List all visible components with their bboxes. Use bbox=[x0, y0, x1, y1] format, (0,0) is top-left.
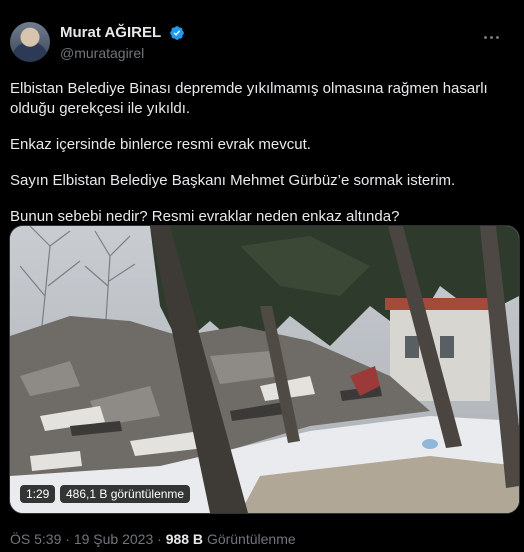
avatar[interactable] bbox=[10, 22, 50, 62]
tweet-paragraph: Sayın Elbistan Belediye Başkanı Mehmet G… bbox=[10, 172, 456, 189]
meta-separator: · bbox=[157, 531, 162, 547]
author-block: Murat AĞIREL @muratagirel bbox=[60, 24, 185, 61]
tweet-paragraph: Bunun sebebi nedir? Resmi evraklar neden… bbox=[10, 208, 400, 225]
tweet-paragraph: Enkaz içersinde binlerce resmi evrak mev… bbox=[10, 136, 311, 153]
video-duration-badge: 1:29 bbox=[20, 485, 56, 503]
tweet-date[interactable]: 19 Şub 2023 bbox=[74, 531, 153, 547]
views-label: Görüntülenme bbox=[206, 531, 296, 547]
tweet-header: Murat AĞIREL @muratagirel bbox=[10, 22, 514, 66]
verified-badge-icon bbox=[169, 25, 184, 40]
tweet-time[interactable]: ÖS 5:39 bbox=[10, 531, 61, 547]
tweet-meta: ÖS 5:39 · 19 Şub 2023 · 988 B Görüntülen… bbox=[10, 531, 296, 547]
video-views-badge: 486,1 B görüntülenme bbox=[60, 485, 191, 503]
tweet-paragraph: Elbistan Belediye Binası depremde yıkılm… bbox=[10, 80, 488, 117]
views-count: 988 B bbox=[165, 531, 204, 547]
author-handle[interactable]: @muratagirel bbox=[60, 45, 185, 61]
video-thumbnail bbox=[10, 226, 519, 513]
more-options-icon[interactable] bbox=[484, 26, 506, 40]
tweet-video[interactable]: 1:29 486,1 B görüntülenme bbox=[9, 225, 520, 514]
tweet-text: Elbistan Belediye Binası depremde yıkılm… bbox=[10, 79, 510, 243]
author-name[interactable]: Murat AĞIREL bbox=[60, 24, 161, 41]
meta-separator: · bbox=[65, 531, 70, 547]
